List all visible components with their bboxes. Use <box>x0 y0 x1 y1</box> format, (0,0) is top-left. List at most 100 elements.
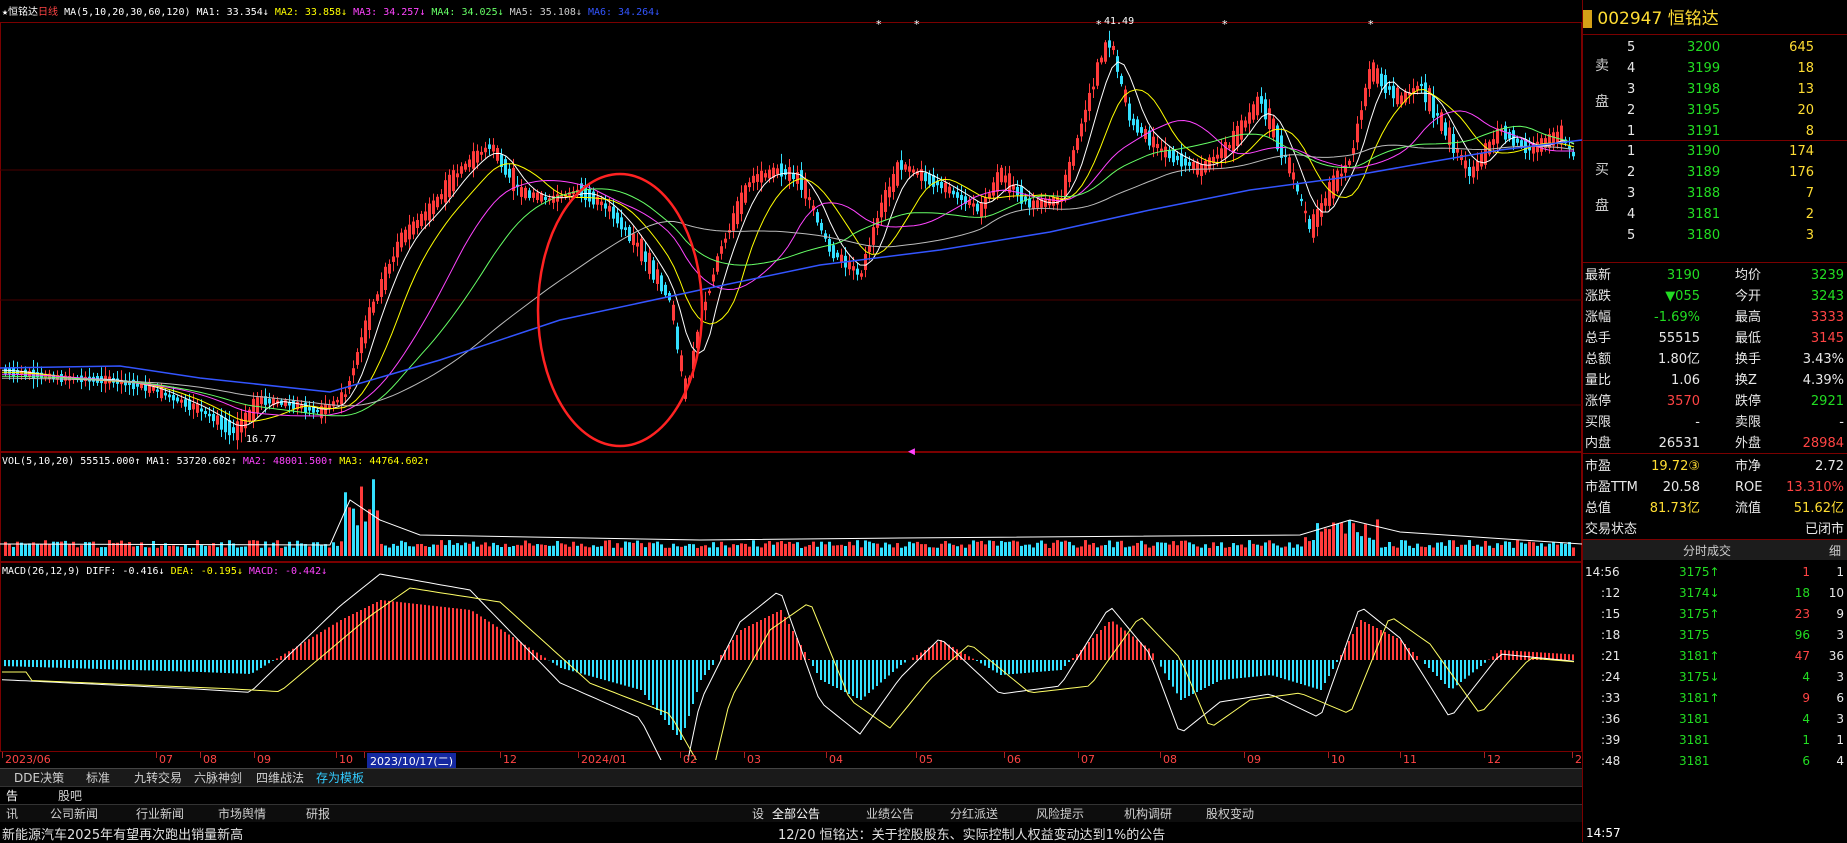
indicator-tab[interactable]: 四维战法 <box>250 769 310 787</box>
time-axis-label: 04 <box>829 753 843 766</box>
announcement-tab[interactable]: 全部公告 <box>766 805 826 823</box>
volume-bar <box>244 546 247 556</box>
candle-body <box>1224 141 1227 159</box>
announcement-tab[interactable]: 分红派送 <box>944 805 1004 823</box>
volume-bar <box>388 547 391 556</box>
kline-chart-area[interactable]: * * * * * ◀ <box>0 0 1582 760</box>
volume-bar <box>1344 533 1347 556</box>
volume-bar <box>688 543 691 556</box>
news-tab[interactable]: 行业新闻 <box>130 805 190 823</box>
candle-body <box>952 190 955 195</box>
volume-bar <box>1180 540 1183 556</box>
candle-body <box>660 275 663 292</box>
volume-bar <box>644 547 647 556</box>
kline-chart[interactable]: * * * * * ◀ <box>0 0 1582 760</box>
time-axis-label: 2024/01 <box>581 753 627 766</box>
candle-body <box>1272 118 1275 138</box>
buy-level-row[interactable]: 3 3188 7 <box>1583 183 1847 204</box>
ticks-title-bar: 分时成交 细 <box>1583 539 1847 560</box>
tab-announcement-left[interactable]: 告 <box>0 787 24 805</box>
announcement-tab[interactable]: 股权变动 <box>1200 805 1260 823</box>
volume-bar <box>320 545 323 556</box>
quote-title: 002947 恒铭达 <box>1583 8 1719 30</box>
candle-body <box>664 284 667 296</box>
event-marker: * <box>914 18 920 31</box>
candle-body <box>412 221 415 235</box>
tab-guba[interactable]: 股吧 <box>52 787 88 805</box>
announcement-tab[interactable]: 业绩公告 <box>860 805 920 823</box>
candle-body <box>880 202 883 218</box>
stat-value: 4.39% <box>1802 373 1844 388</box>
buy-level-row[interactable]: 5 3180 3 <box>1583 225 1847 246</box>
indicator-tab[interactable]: 六脉神剑 <box>188 769 248 787</box>
stat-key: 均价 <box>1735 268 1762 283</box>
candle-body <box>1444 122 1447 136</box>
ma4-value: MA4: 34.025↓ <box>431 7 504 18</box>
volume-bar <box>976 541 979 556</box>
candle-body <box>760 170 763 183</box>
volume-bar <box>348 507 351 556</box>
volume-bar <box>728 547 731 556</box>
candle-body <box>356 352 359 365</box>
volume-bar <box>96 547 99 556</box>
stat-value: -1.69% <box>1654 310 1700 325</box>
indicator-tab[interactable]: 九转交易 <box>128 769 188 787</box>
indicator-tabs: DDE决策 标准 九转交易 六脉神剑 四维战法 存为模板 <box>0 768 1582 787</box>
candle-body <box>1084 109 1087 123</box>
volume-bar <box>1292 547 1295 556</box>
sell-level-row[interactable]: 2 3195 20 <box>1583 100 1847 121</box>
candle-body <box>1356 123 1359 143</box>
indicator-tab[interactable]: 标准 <box>80 769 116 787</box>
volume-bar <box>1016 541 1019 556</box>
sell-level-row[interactable]: 1 3191 8 <box>1583 121 1847 142</box>
candle-body <box>868 245 871 253</box>
candle-body <box>1132 118 1135 126</box>
volume-bar <box>672 543 675 556</box>
tick-time: :12 <box>1601 586 1621 600</box>
indicator-tab[interactable]: DDE决策 <box>8 769 70 787</box>
ticks-title[interactable]: 分时成交 <box>1683 542 1731 559</box>
time-axis-tick <box>500 752 501 758</box>
ticks-detail-toggle[interactable]: 细 <box>1829 542 1841 559</box>
sell-level-row[interactable]: 4 3199 18 <box>1583 58 1847 79</box>
news-tab[interactable]: 研报 <box>300 805 336 823</box>
tick-row: :15 3175↑ 23 9 <box>1583 604 1847 625</box>
volume-bar <box>596 546 599 556</box>
buy-level-row[interactable]: 1 3190 174 <box>1583 141 1847 162</box>
tick-volume: 18 <box>1794 586 1810 600</box>
news-tab[interactable]: 讯 <box>0 805 24 823</box>
announcement-tab[interactable]: 机构调研 <box>1118 805 1178 823</box>
tick-row: :24 3175↓ 4 3 <box>1583 667 1847 688</box>
quote-stats: 最新 3190 均价 3239 涨跌 ▼055 今开 3243 涨幅 -1.69% 最高 3333 总手… <box>1583 262 1847 453</box>
candle-body <box>656 269 659 284</box>
candle-body <box>348 380 351 390</box>
buy-level-row[interactable]: 2 3189 176 <box>1583 162 1847 183</box>
announcement-headline[interactable]: 12/20 恒铭达：关于控股股东、实际控制人权益变动达到1%的公告 <box>778 824 1165 843</box>
news-tab[interactable]: 市场舆情 <box>212 805 272 823</box>
time-axis-tick <box>1244 752 1245 758</box>
news-tab[interactable]: 公司新闻 <box>44 805 104 823</box>
news-headline-left[interactable]: 新能源汽车2025年有望再次跑出销量新高 <box>2 824 243 843</box>
level-num: 1 <box>1627 124 1636 139</box>
volume-bar <box>260 547 263 556</box>
sell-level-row[interactable]: 5 3200 645 <box>1583 37 1847 58</box>
indicator-tab[interactable]: 存为模板 <box>310 769 370 787</box>
candle-body <box>588 189 591 202</box>
candle-body <box>268 398 271 404</box>
buy-level-row[interactable]: 4 3181 2 <box>1583 204 1847 225</box>
volume-bar <box>1000 540 1003 556</box>
volume-bar <box>552 545 555 556</box>
stat-value: 55515 <box>1658 331 1700 346</box>
candle-body <box>1068 161 1071 183</box>
candle-body <box>1492 139 1495 145</box>
time-axis-label: 09 <box>257 753 271 766</box>
volume-bar <box>384 545 387 556</box>
time-axis-tick <box>1400 752 1401 758</box>
volume-bar <box>416 544 419 556</box>
sell-level-row[interactable]: 3 3198 13 <box>1583 79 1847 100</box>
tick-time: 14:56 <box>1585 565 1620 579</box>
candle-body <box>492 144 495 152</box>
tick-time: :15 <box>1601 607 1621 621</box>
announcement-tab[interactable]: 风险提示 <box>1030 805 1090 823</box>
time-axis-label: 2023/06 <box>5 753 51 766</box>
